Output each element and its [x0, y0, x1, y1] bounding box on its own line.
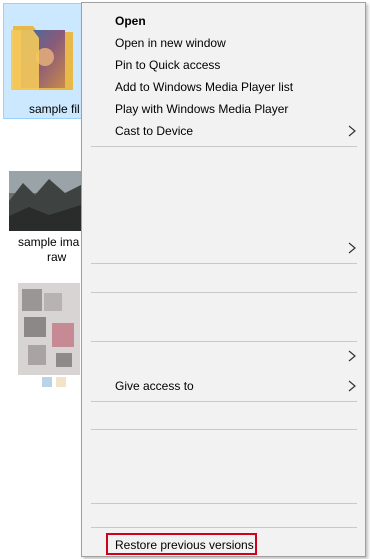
menu-item-label: Give access to	[115, 379, 194, 393]
file-item-sample-image[interactable]: sample ima raw	[3, 165, 81, 265]
chevron-right-icon	[348, 380, 356, 392]
menu-item-label: Pin to Quick access	[115, 58, 221, 72]
image-thumbnail	[9, 171, 81, 231]
menu-separator	[91, 527, 357, 528]
menu-separator	[91, 146, 357, 147]
menu-item-label: Open	[115, 14, 146, 28]
folder-icon	[11, 26, 73, 90]
file-item-blurred[interactable]	[18, 283, 82, 393]
menu-item-cast-to-device[interactable]: Cast to Device	[82, 120, 365, 142]
chevron-right-icon	[348, 125, 356, 137]
menu-item-label: Cast to Device	[115, 124, 194, 138]
file-item-sample-folder[interactable]: sample fil	[3, 3, 83, 119]
menu-item-play-wmp[interactable]: Play with Windows Media Player	[82, 98, 365, 120]
color-swatch	[56, 377, 66, 387]
menu-item-restore-previous-versions[interactable]: Restore previous versions	[82, 534, 365, 556]
file-label: sample ima	[18, 235, 80, 249]
file-label: sample fil	[29, 102, 80, 116]
image-thumbnail	[18, 283, 80, 375]
menu-separator	[91, 341, 357, 342]
menu-item-give-access-to[interactable]: Give access to	[82, 375, 365, 397]
menu-item-label: Restore previous versions	[115, 538, 254, 552]
menu-separator	[91, 503, 357, 504]
menu-separator	[91, 429, 357, 430]
menu-item-open-new-window[interactable]: Open in new window	[82, 32, 365, 54]
context-menu: Open Open in new window Pin to Quick acc…	[81, 2, 366, 557]
menu-item-add-wmp-list[interactable]: Add to Windows Media Player list	[82, 76, 365, 98]
menu-separator	[91, 401, 357, 402]
menu-item-open[interactable]: Open	[82, 10, 365, 32]
menu-item-redacted[interactable]	[82, 345, 365, 367]
file-label-line2: raw	[47, 250, 67, 264]
color-swatch	[42, 377, 52, 387]
chevron-right-icon	[348, 242, 356, 254]
menu-separator	[91, 263, 357, 264]
menu-item-label: Add to Windows Media Player list	[115, 80, 294, 94]
menu-item-label: Play with Windows Media Player	[115, 102, 289, 116]
menu-item-pin-quick-access[interactable]: Pin to Quick access	[82, 54, 365, 76]
chevron-right-icon	[348, 350, 356, 362]
menu-item-label: Open in new window	[115, 36, 226, 50]
menu-item-redacted[interactable]	[82, 237, 365, 259]
menu-separator	[91, 292, 357, 293]
